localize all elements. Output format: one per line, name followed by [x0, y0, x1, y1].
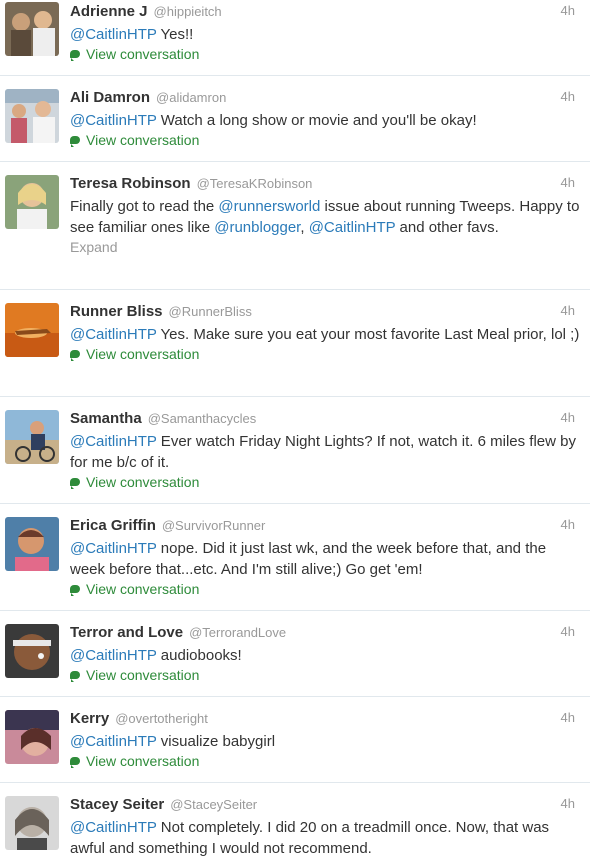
speech-bubble-icon	[70, 136, 80, 147]
tweet-time[interactable]: 4h	[561, 624, 575, 639]
author-handle[interactable]: @RunnerBliss	[169, 304, 252, 319]
mention-link[interactable]: @CaitlinHTP	[70, 112, 157, 129]
tweet-item[interactable]: Terror and Love @TerrorandLove 4h @Caitli…	[0, 611, 590, 697]
mention-link[interactable]: @CaitlinHTP	[70, 326, 157, 343]
avatar[interactable]	[5, 89, 59, 143]
tweet-text: @CaitlinHTP visualize babygirl	[70, 733, 276, 750]
speech-bubble-icon	[70, 50, 80, 61]
tweet-text: @CaitlinHTP audiobooks!	[70, 647, 242, 664]
tweet-item[interactable]: Samantha @Samanthacycles 4h @CaitlinHTP E…	[0, 397, 590, 504]
author-name[interactable]: Runner Bliss	[70, 303, 163, 320]
tweet-text: Finally got to read the @runnersworld is…	[70, 198, 580, 236]
mention-link[interactable]: @CaitlinHTP	[70, 26, 157, 43]
mention-link[interactable]: @CaitlinHTP	[70, 540, 157, 557]
tweet-item[interactable]: Ali Damron @alidamron 4h @CaitlinHTP Watc…	[0, 76, 590, 162]
tweet-text: @CaitlinHTP Ever watch Friday Night Ligh…	[70, 433, 576, 471]
mention-link[interactable]: @runblogger	[214, 219, 300, 236]
avatar[interactable]	[5, 517, 59, 571]
author-handle[interactable]: @SurvivorRunner	[162, 518, 266, 533]
tweet-text: @CaitlinHTP Not completely. I did 20 on …	[70, 819, 550, 857]
author-name[interactable]: Ali Damron	[70, 89, 150, 106]
view-conversation-link[interactable]: View conversation	[70, 581, 580, 597]
author-name[interactable]: Terror and Love	[70, 624, 183, 641]
speech-bubble-icon	[70, 671, 80, 682]
tweet-time[interactable]: 4h	[561, 410, 575, 425]
tweet-text: @CaitlinHTP Yes. Make sure you eat your …	[70, 326, 580, 343]
speech-bubble-icon	[70, 757, 80, 768]
tweet-time[interactable]: 4h	[561, 3, 575, 18]
tweet-text: @CaitlinHTP Watch a long show or movie a…	[70, 112, 477, 129]
mention-link[interactable]: @CaitlinHTP	[70, 733, 157, 750]
tweet-item[interactable]: Adrienne J @hippieitch 4h @CaitlinHTP Yes…	[0, 0, 590, 76]
tweet-time[interactable]: 4h	[561, 517, 575, 532]
author-name[interactable]: Teresa Robinson	[70, 175, 191, 192]
tweet-time[interactable]: 4h	[561, 796, 575, 811]
speech-bubble-icon	[70, 350, 80, 361]
avatar[interactable]	[5, 2, 59, 56]
tweet-time[interactable]: 4h	[561, 175, 575, 190]
avatar[interactable]	[5, 410, 59, 464]
avatar[interactable]	[5, 796, 59, 850]
author-name[interactable]: Stacey Seiter	[70, 796, 164, 813]
tweet-item[interactable]: Runner Bliss @RunnerBliss 4h @CaitlinHTP …	[0, 290, 590, 397]
tweet-time[interactable]: 4h	[561, 303, 575, 318]
mention-link[interactable]: @CaitlinHTP	[309, 219, 396, 236]
tweet-text: @CaitlinHTP nope. Did it just last wk, a…	[70, 540, 547, 578]
mention-link[interactable]: @runnersworld	[218, 198, 320, 215]
speech-bubble-icon	[70, 585, 80, 596]
tweet-item[interactable]: Erica Griffin @SurvivorRunner 4h @Caitlin…	[0, 504, 590, 611]
avatar[interactable]	[5, 175, 59, 229]
view-conversation-link[interactable]: View conversation	[70, 132, 580, 148]
author-handle[interactable]: @TeresaKRobinson	[197, 176, 313, 191]
author-name[interactable]: Adrienne J	[70, 3, 148, 20]
author-handle[interactable]: @hippieitch	[154, 4, 222, 19]
avatar[interactable]	[5, 624, 59, 678]
view-conversation-link[interactable]: View conversation	[70, 753, 580, 769]
author-handle[interactable]: @overtotheright	[115, 711, 208, 726]
author-handle[interactable]: @alidamron	[156, 90, 226, 105]
avatar[interactable]	[5, 710, 59, 764]
tweet-time[interactable]: 4h	[561, 710, 575, 725]
avatar[interactable]	[5, 303, 59, 357]
author-handle[interactable]: @Samanthacycles	[148, 411, 257, 426]
view-conversation-link[interactable]: View conversation	[70, 346, 580, 362]
author-handle[interactable]: @StaceySeiter	[170, 797, 257, 812]
author-handle[interactable]: @TerrorandLove	[189, 625, 286, 640]
author-name[interactable]: Erica Griffin	[70, 517, 156, 534]
author-name[interactable]: Kerry	[70, 710, 109, 727]
tweet-feed: Adrienne J @hippieitch 4h @CaitlinHTP Yes…	[0, 0, 590, 866]
author-name[interactable]: Samantha	[70, 410, 142, 427]
tweet-text: @CaitlinHTP Yes!!	[70, 26, 194, 43]
mention-link[interactable]: @CaitlinHTP	[70, 647, 157, 664]
view-conversation-link[interactable]: View conversation	[70, 474, 580, 490]
expand-link[interactable]: Expand	[70, 239, 580, 255]
view-conversation-link[interactable]: View conversation	[70, 667, 580, 683]
mention-link[interactable]: @CaitlinHTP	[70, 819, 157, 836]
view-conversation-link[interactable]: View conversation	[70, 46, 580, 62]
mention-link[interactable]: @CaitlinHTP	[70, 433, 157, 450]
tweet-item[interactable]: Teresa Robinson @TeresaKRobinson 4h Final…	[0, 162, 590, 290]
tweet-item[interactable]: Kerry @overtotheright 4h @CaitlinHTP visu…	[0, 697, 590, 783]
speech-bubble-icon	[70, 478, 80, 489]
tweet-item[interactable]: Stacey Seiter @StaceySeiter 4h @CaitlinHT…	[0, 783, 590, 866]
tweet-time[interactable]: 4h	[561, 89, 575, 104]
